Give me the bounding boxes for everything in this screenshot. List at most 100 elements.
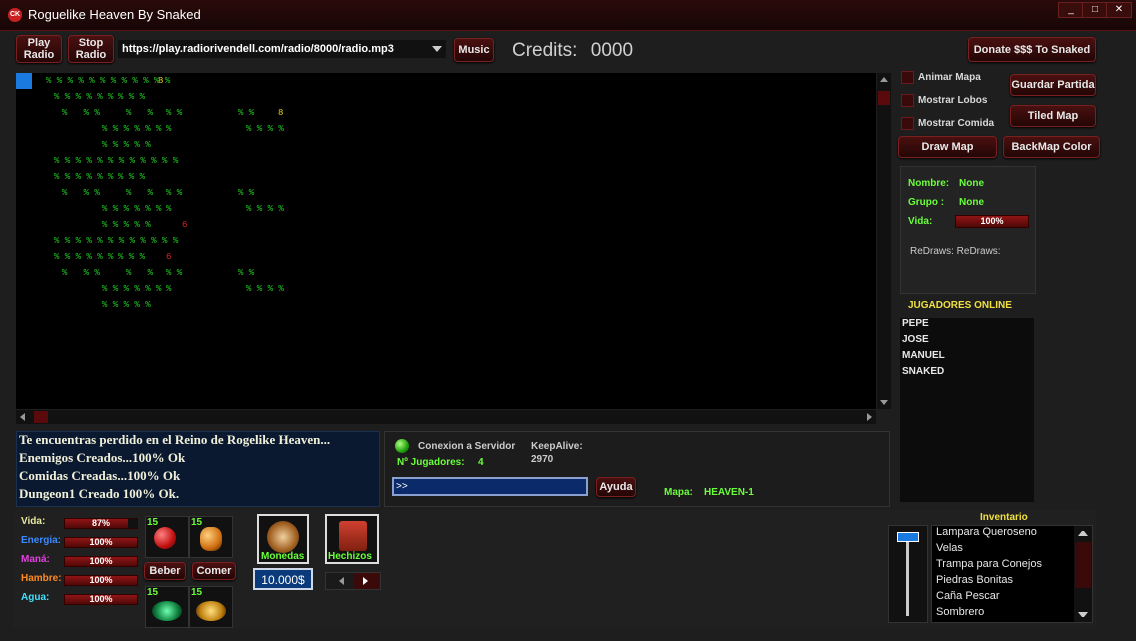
food-slot[interactable]: 15: [189, 586, 233, 628]
map-vertical-scrollbar[interactable]: [877, 73, 891, 409]
stat-bar: 100%: [64, 556, 138, 567]
draw-map-button[interactable]: Draw Map: [898, 136, 997, 158]
map-cells: % %: [238, 188, 255, 198]
mostrar-lobos-checkbox[interactable]: [901, 94, 914, 107]
online-player[interactable]: JOSE: [900, 334, 1034, 350]
orange-potion-slot[interactable]: 15: [189, 516, 233, 558]
map-cells: %: [166, 284, 172, 294]
redraws-text: ReDraws: ReDraws:: [910, 246, 1001, 257]
donate-button[interactable]: Donate $$$ To Snaked: [968, 37, 1096, 62]
ayuda-button[interactable]: Ayuda: [596, 477, 636, 497]
slider-handle[interactable]: [897, 532, 919, 542]
mostrar-lobos-label: Mostrar Lobos: [918, 95, 988, 106]
animar-mapa-label: Animar Mapa: [918, 72, 981, 83]
online-player[interactable]: MANUEL: [900, 350, 1034, 366]
stat-value: 87%: [91, 518, 110, 528]
scroll-right-icon[interactable]: [867, 413, 872, 421]
herb-bowl-icon: [152, 601, 182, 621]
spellbook-icon: [339, 521, 367, 551]
guardar-partida-button[interactable]: Guardar Partida: [1010, 74, 1096, 96]
prev-icon[interactable]: [339, 577, 344, 585]
map-cells: % % %: [118, 92, 146, 102]
close-button[interactable]: ✕: [1106, 2, 1132, 18]
map-cells: % % % % % %: [54, 172, 114, 182]
inventory-item[interactable]: Velas: [934, 542, 1076, 558]
map-cells: % % %: [62, 108, 100, 118]
stat-bar: 100%: [64, 575, 138, 586]
tiled-map-button[interactable]: Tiled Map: [1010, 105, 1096, 127]
map-cells: % % %: [62, 188, 100, 198]
map-cells: % % % %: [246, 284, 284, 294]
music-button[interactable]: Music: [454, 38, 494, 62]
money-display: 10.000$: [253, 568, 313, 590]
map-cells: 8: [158, 76, 164, 86]
map-cells: % % % % % % % % % % % %: [46, 76, 171, 86]
red-potion-icon: [154, 527, 176, 549]
backmap-color-button[interactable]: BackMap Color: [1003, 136, 1100, 158]
map-cells: % % %: [118, 172, 146, 182]
maximize-button[interactable]: □: [1082, 2, 1108, 18]
animar-mapa-checkbox[interactable]: [901, 71, 914, 84]
credits-label: Credits:: [512, 40, 578, 61]
message-log: Te encuentras perdido en el Reino de Rog…: [16, 431, 380, 507]
inventory-item[interactable]: Sombrero: [934, 606, 1076, 622]
hechizos-label: Hechizos: [328, 551, 372, 562]
inventory-item[interactable]: Caña Pescar: [934, 590, 1076, 606]
conexion-label: Conexion a Servidor: [418, 441, 516, 452]
online-player[interactable]: SNAKED: [900, 366, 1034, 382]
scroll-down-icon[interactable]: [880, 400, 888, 405]
beber-button[interactable]: Beber: [144, 562, 186, 580]
mostrar-comida-label: Mostrar Comida: [918, 118, 995, 129]
volume-slider[interactable]: [888, 525, 928, 623]
jugadores-value: 4: [478, 457, 484, 468]
command-input[interactable]: >>: [392, 477, 588, 496]
inventory-scrollbar[interactable]: [1074, 526, 1092, 622]
scroll-thumb[interactable]: [1075, 542, 1091, 588]
stat-value: 100%: [89, 575, 113, 585]
scroll-thumb[interactable]: [34, 411, 48, 423]
monedas-slot[interactable]: Monedas: [257, 514, 309, 564]
inventory-item[interactable]: Trampa para Conejos: [934, 558, 1076, 574]
chevron-down-icon[interactable]: [432, 46, 442, 52]
scroll-left-icon[interactable]: [20, 413, 25, 421]
game-map[interactable]: % % % % % % % % % % % % 8% % % % % %% % %…: [16, 73, 876, 409]
minimize-button[interactable]: _: [1058, 2, 1084, 18]
vida-bar: 100%: [955, 215, 1029, 228]
scroll-up-icon[interactable]: [1078, 531, 1088, 536]
inventory-item[interactable]: Lampara Queroseno: [934, 526, 1076, 542]
stat-value: 100%: [89, 594, 113, 604]
grupo-value: None: [959, 197, 984, 208]
inventory-list[interactable]: Lampara Queroseno Velas Trampa para Conejo…: [931, 525, 1093, 623]
stat-value: 100%: [89, 537, 113, 547]
green-herb-slot[interactable]: 15: [145, 586, 189, 628]
nombre-label: Nombre:: [908, 178, 950, 189]
inventory-item[interactable]: Piedras Bonitas: [934, 574, 1076, 590]
red-potion-slot[interactable]: 15: [145, 516, 189, 558]
map-horizontal-scrollbar[interactable]: [16, 410, 876, 424]
spell-pager[interactable]: [325, 572, 381, 590]
map-cells: % %: [166, 188, 183, 198]
message-line: Comidas Creadas...100% Ok: [19, 468, 181, 483]
map-cells: %: [166, 204, 172, 214]
scroll-thumb[interactable]: [878, 91, 890, 105]
radio-url-select[interactable]: https://play.radiorivendell.com/radio/80…: [118, 40, 446, 58]
scroll-down-icon[interactable]: [1078, 612, 1088, 617]
online-player[interactable]: PEPE: [900, 318, 1034, 334]
hechizos-slot[interactable]: Hechizos: [325, 514, 379, 564]
stop-radio-button[interactable]: Stop Radio: [68, 35, 114, 63]
next-icon[interactable]: [363, 577, 368, 585]
mapa-value: HEAVEN-1: [704, 487, 754, 498]
food-qty: 15: [191, 587, 203, 598]
red-potion-qty: 15: [147, 517, 159, 528]
play-radio-button[interactable]: Play Radio: [16, 35, 62, 63]
map-cells: % % %: [118, 252, 146, 262]
comer-button[interactable]: Comer: [192, 562, 236, 580]
online-players-list[interactable]: PEPE JOSE MANUEL SNAKED: [900, 318, 1034, 502]
connection-status-icon: [395, 439, 409, 453]
inventario-header: Inventario: [980, 512, 1028, 523]
mostrar-comida-checkbox[interactable]: [901, 117, 914, 130]
map-cells: % %: [166, 268, 183, 278]
keepalive-value: 2970: [531, 454, 554, 465]
scroll-up-icon[interactable]: [880, 77, 888, 82]
map-cells: % % % % %: [102, 140, 151, 150]
